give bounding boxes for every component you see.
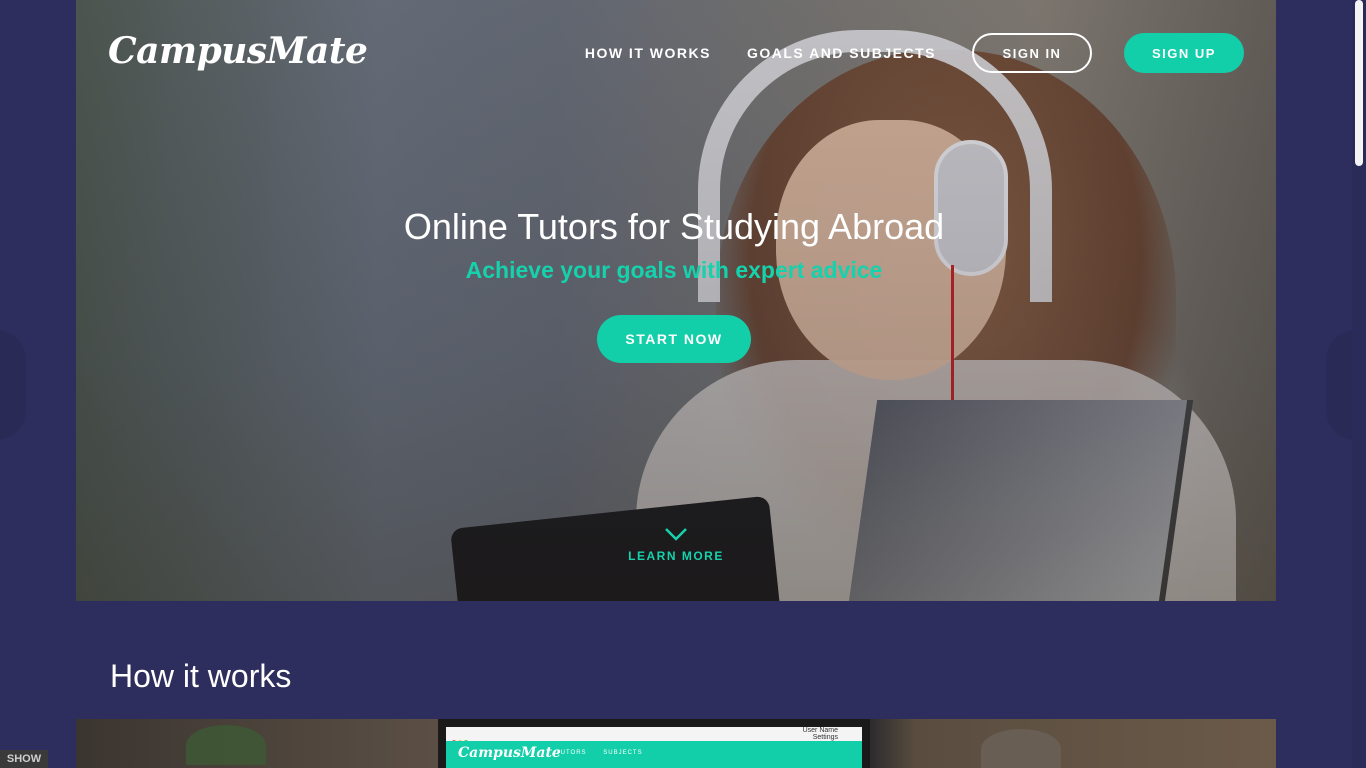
page-frame: CampusMate HOW IT WORKS GOALS AND SUBJEC… [76,0,1276,768]
sign-up-button[interactable]: SIGN UP [1124,33,1244,73]
hero-title: Online Tutors for Studying Abroad [403,206,945,247]
preview-nav-subjects: SUBJECTS [603,750,643,756]
preview-nav-tutors: TUTORS [556,750,587,756]
show-widget-button[interactable]: SHOW [0,750,48,768]
start-now-button[interactable]: START NOW [597,315,751,363]
preview-logo: CampusMate [458,745,561,761]
nav-goals-and-subjects[interactable]: GOALS AND SUBJECTS [747,45,936,61]
logo[interactable]: CampusMate [108,30,368,72]
how-it-works-preview-image: User Name Settings CampusMate TUTORS SUB… [76,719,1276,768]
learn-more-label: LEARN MORE [628,549,724,563]
how-it-works-title: How it works [110,658,292,694]
carousel-prev-button[interactable] [0,330,26,440]
preview-user-name: User Name [802,727,838,734]
scrollbar[interactable] [1352,0,1366,768]
hero-overlay [76,0,1276,601]
preview-monitor: User Name Settings CampusMate TUTORS SUB… [438,719,870,768]
scrollbar-thumb[interactable] [1355,0,1363,166]
hero-subtitle: Achieve your goals with expert advice [465,257,883,283]
sign-in-button[interactable]: SIGN IN [972,33,1092,73]
chevron-down-icon [665,528,687,541]
learn-more-link[interactable]: LEARN MORE [616,527,736,565]
preview-user-settings: Settings [812,734,838,741]
hero-section: CampusMate HOW IT WORKS GOALS AND SUBJEC… [76,0,1276,601]
nav-how-it-works[interactable]: HOW IT WORKS [585,45,711,61]
main-nav: HOW IT WORKS GOALS AND SUBJECTS SIGN IN … [585,33,1244,73]
